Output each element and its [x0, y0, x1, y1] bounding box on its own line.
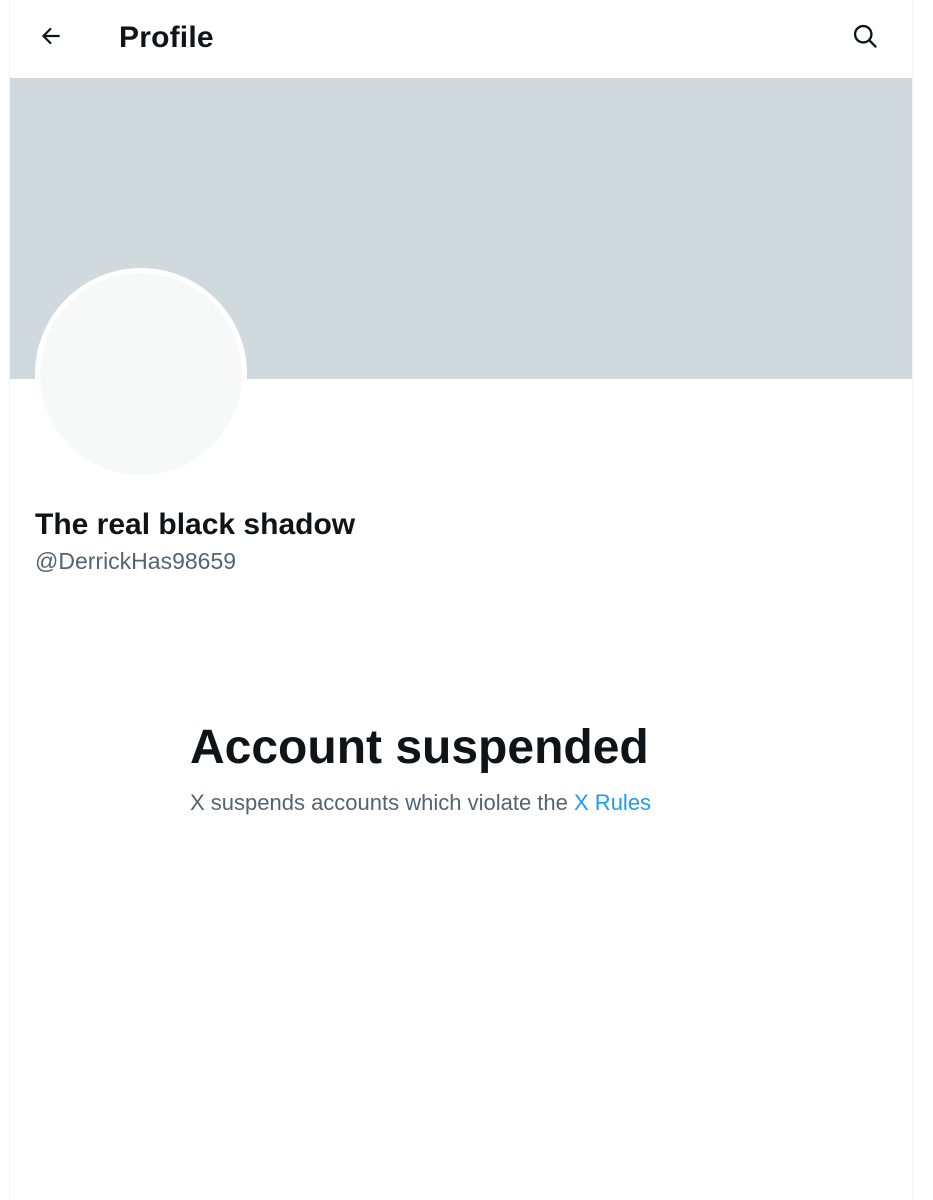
- suspension-title: Account suspended: [190, 721, 649, 774]
- display-name: The real black shadow: [35, 508, 356, 541]
- arrow-left-icon: [38, 23, 64, 54]
- profile-page: Profile The real black shadow @DerrickHa…: [9, 0, 913, 1200]
- suspension-message: X suspends accounts which violate the X …: [190, 788, 750, 818]
- suspension-message-text: X suspends accounts which violate the: [190, 790, 568, 815]
- x-rules-link[interactable]: X Rules: [574, 790, 651, 815]
- user-handle: @DerrickHas98659: [35, 548, 237, 574]
- page-title: Profile: [119, 21, 214, 54]
- back-button[interactable]: [30, 17, 72, 59]
- search-button[interactable]: [844, 17, 886, 59]
- search-icon: [851, 22, 879, 55]
- avatar[interactable]: [35, 268, 247, 480]
- top-bar: Profile: [10, 0, 912, 78]
- suspension-notice: Account suspended X suspends accounts wh…: [190, 718, 750, 818]
